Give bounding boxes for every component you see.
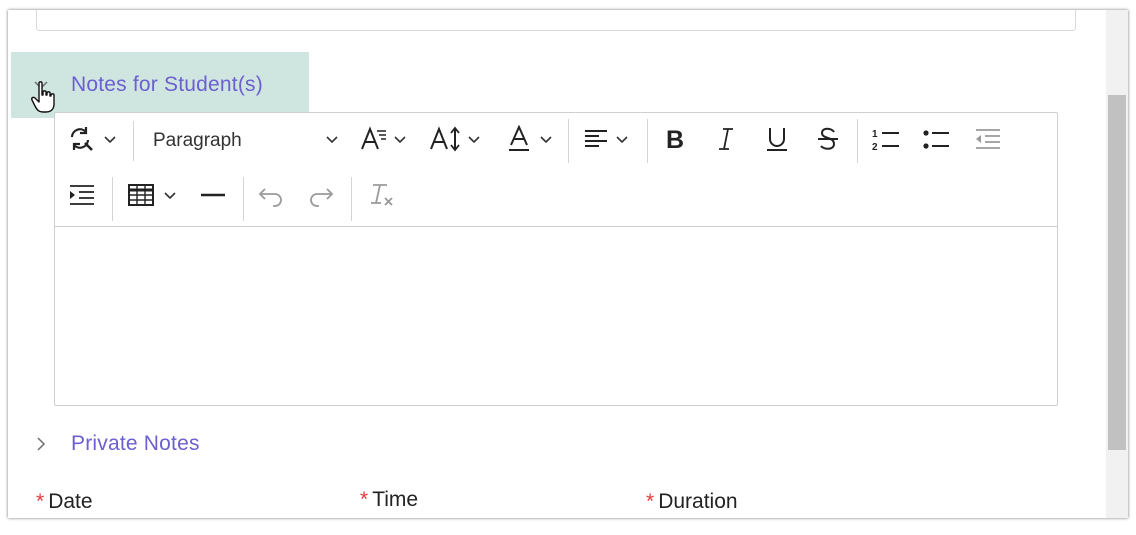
align-dropdown[interactable] [583,121,629,161]
time-field-label: * Time [360,488,418,512]
align-icon [583,127,609,156]
text-size-dropdown[interactable] [359,121,407,161]
toolbar-divider [243,177,244,221]
date-field-label: * Date [36,490,93,514]
outdent-icon [973,126,1003,157]
required-marker: * [646,490,655,513]
form-panel: Notes for Student(s) Paragraph B 1 2 Pri… [8,10,1128,518]
svg-text:2: 2 [872,142,878,152]
chevron-down-icon [393,132,407,150]
paragraph-format-value: Paragraph [153,130,242,151]
undo-icon [257,182,285,213]
bullet-list-button[interactable] [921,121,951,161]
numbered-list-button[interactable]: 1 2 [871,121,901,161]
required-marker: * [360,488,369,511]
duration-field-label: * Duration [646,490,738,514]
underline-icon [765,125,789,158]
private-notes-label: Private Notes [71,432,200,455]
chevron-down-icon [325,132,339,150]
horizontal-line-icon [199,182,227,213]
svg-text:1: 1 [872,129,878,140]
indent-icon [67,182,97,213]
accessibility-check-icon [67,126,99,157]
table-dropdown[interactable] [127,177,177,217]
font-color-dropdown[interactable] [507,121,553,161]
line-height-dropdown[interactable] [429,121,481,161]
scrollbar-thumb[interactable] [1108,95,1126,450]
numbered-list-icon: 1 2 [871,126,901,157]
toolbar-divider [857,119,858,163]
accessibility-check-dropdown[interactable] [67,121,117,161]
time-label-text: Time [372,488,419,511]
duration-label-text: Duration [658,490,738,513]
chevron-down-icon [467,132,481,150]
date-label-text: Date [48,490,93,513]
horizontal-line-button[interactable] [199,177,227,217]
editor-content-area[interactable] [55,228,1057,405]
indent-button[interactable] [67,177,97,217]
bullet-list-icon [921,126,951,157]
bold-icon: B [663,126,687,157]
table-icon [127,182,155,213]
paragraph-format-select[interactable]: Paragraph [143,121,339,161]
chevron-right-icon [11,436,71,452]
outdent-button[interactable] [973,121,1003,161]
toolbar-divider [351,177,352,221]
toolbar-divider [133,121,134,161]
previous-field-input[interactable] [36,10,1076,31]
italic-button[interactable] [715,121,737,161]
clear-formatting-icon [367,181,397,214]
font-color-icon [507,124,531,158]
toolbar-divider [568,119,569,163]
rich-text-editor: Paragraph B 1 2 [54,112,1058,406]
chevron-down-icon [103,132,117,150]
underline-button[interactable] [765,121,789,161]
toolbar-divider [647,119,648,163]
redo-button[interactable] [307,177,335,217]
notes-for-students-label: Notes for Student(s) [71,73,263,96]
italic-icon [715,126,737,157]
line-height-icon [429,125,463,158]
clear-formatting-button[interactable] [367,177,397,217]
chevron-down-icon [539,132,553,150]
toolbar-divider [112,177,113,221]
svg-text:B: B [666,126,684,152]
text-size-icon [359,125,389,158]
private-notes-toggle[interactable]: Private Notes [11,424,200,464]
redo-icon [307,182,335,213]
undo-button[interactable] [257,177,285,217]
strikethrough-icon [816,125,840,158]
chevron-down-icon [615,132,629,150]
required-marker: * [36,490,45,513]
strikethrough-button[interactable] [816,121,840,161]
chevron-down-icon [163,188,177,206]
editor-toolbar: Paragraph B 1 2 [55,113,1057,227]
bold-button[interactable]: B [663,121,687,161]
